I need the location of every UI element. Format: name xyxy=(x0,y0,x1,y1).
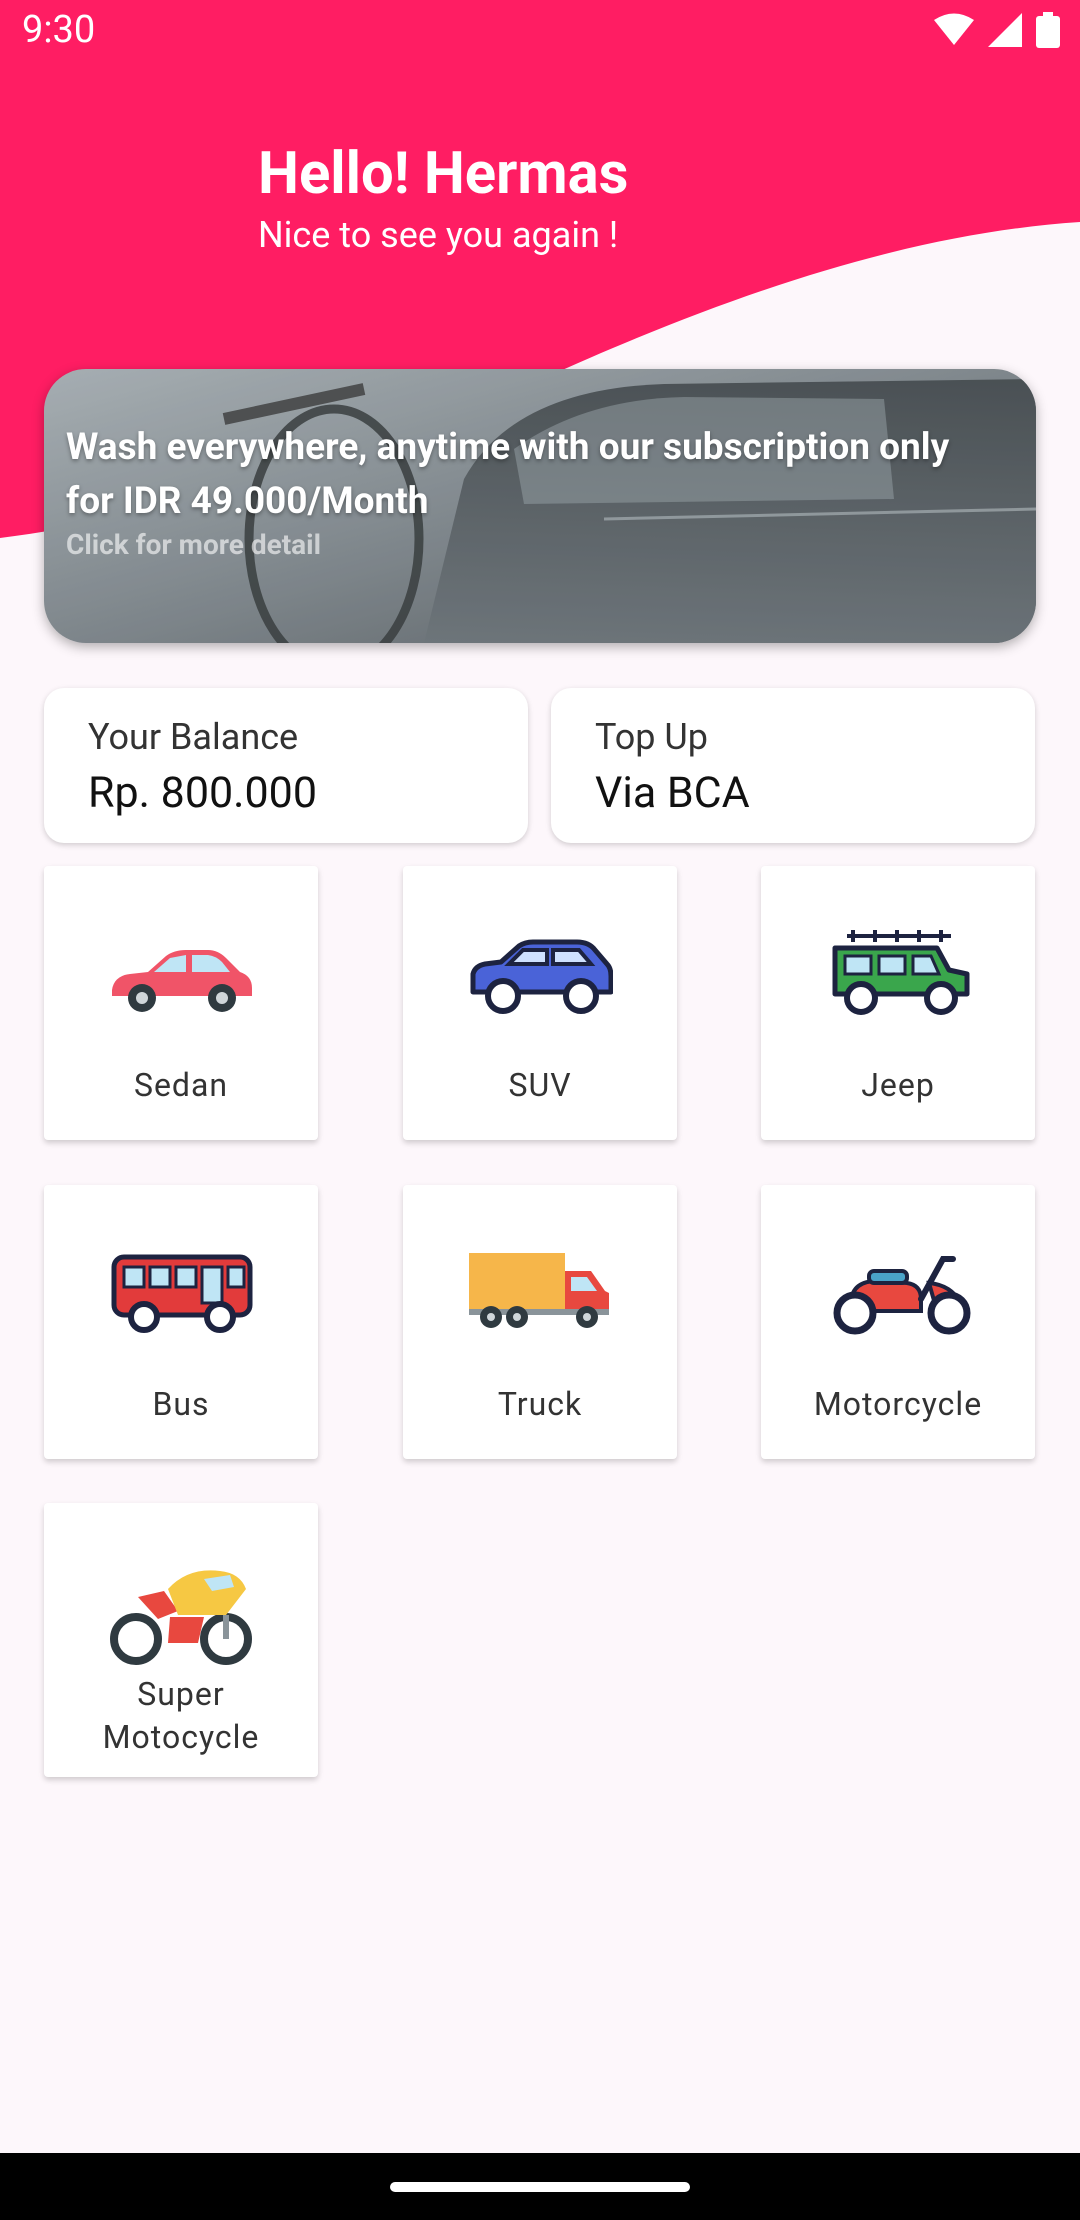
status-time: 9:30 xyxy=(22,8,96,52)
greeting: Hello! Hermas Nice to see you again ! xyxy=(258,140,628,256)
super-motorcycle-icon xyxy=(110,1570,252,1665)
vehicle-label: Jeep xyxy=(861,1066,935,1104)
vehicle-tile-motorcycle[interactable]: Motorcycle xyxy=(761,1185,1035,1459)
vehicle-label: Bus xyxy=(152,1385,210,1423)
balance-value: Rp. 800.000 xyxy=(88,768,317,818)
navigation-bar xyxy=(0,2153,1080,2220)
greeting-subtitle: Nice to see you again ! xyxy=(258,213,619,256)
home-gesture-handle[interactable] xyxy=(390,2182,690,2192)
topup-card[interactable]: Top Up Via BCA xyxy=(551,688,1035,843)
sedan-icon xyxy=(112,950,252,1012)
banner-headline: Wash everywhere, anytime with our subscr… xyxy=(66,426,950,523)
status-bar: 9:30 xyxy=(0,0,1080,66)
motorcycle-icon xyxy=(833,1256,971,1335)
vehicle-tile-bus[interactable]: Bus xyxy=(44,1185,318,1459)
topup-label: Top Up xyxy=(595,716,708,758)
wifi-icon xyxy=(934,13,974,45)
battery-icon xyxy=(1036,12,1060,48)
banner-detail-link[interactable]: Click for more detail xyxy=(66,528,996,561)
truck-icon xyxy=(469,1253,609,1328)
subscription-banner[interactable]: Wash everywhere, anytime with our subscr… xyxy=(44,369,1036,643)
jeep-icon xyxy=(832,930,970,1015)
vehicle-tile-super-motorcycle[interactable]: Super Motocycle xyxy=(44,1503,318,1777)
vehicle-tile-jeep[interactable]: Jeep xyxy=(761,866,1035,1140)
vehicle-label: Sedan xyxy=(133,1066,229,1104)
vehicle-label: SUV xyxy=(508,1066,572,1104)
bus-icon xyxy=(111,1254,253,1333)
vehicle-label: Truck xyxy=(497,1385,583,1423)
vehicle-label: Super Motocycle xyxy=(102,1675,260,1757)
banner-text: Wash everywhere, anytime with our subscr… xyxy=(66,421,996,561)
vehicle-tile-sedan[interactable]: Sedan xyxy=(44,866,318,1140)
vehicle-label: Motorcycle xyxy=(813,1385,983,1423)
suv-icon xyxy=(470,939,613,1014)
signal-icon xyxy=(988,13,1022,47)
vehicle-tile-truck[interactable]: Truck xyxy=(403,1185,677,1459)
greeting-title: Hello! Hermas xyxy=(258,140,629,208)
balance-label: Your Balance xyxy=(88,716,299,758)
balance-card[interactable]: Your Balance Rp. 800.000 xyxy=(44,688,528,843)
status-icons xyxy=(934,12,1060,48)
vehicle-tile-suv[interactable]: SUV xyxy=(403,866,677,1140)
topup-value: Via BCA xyxy=(595,768,750,818)
